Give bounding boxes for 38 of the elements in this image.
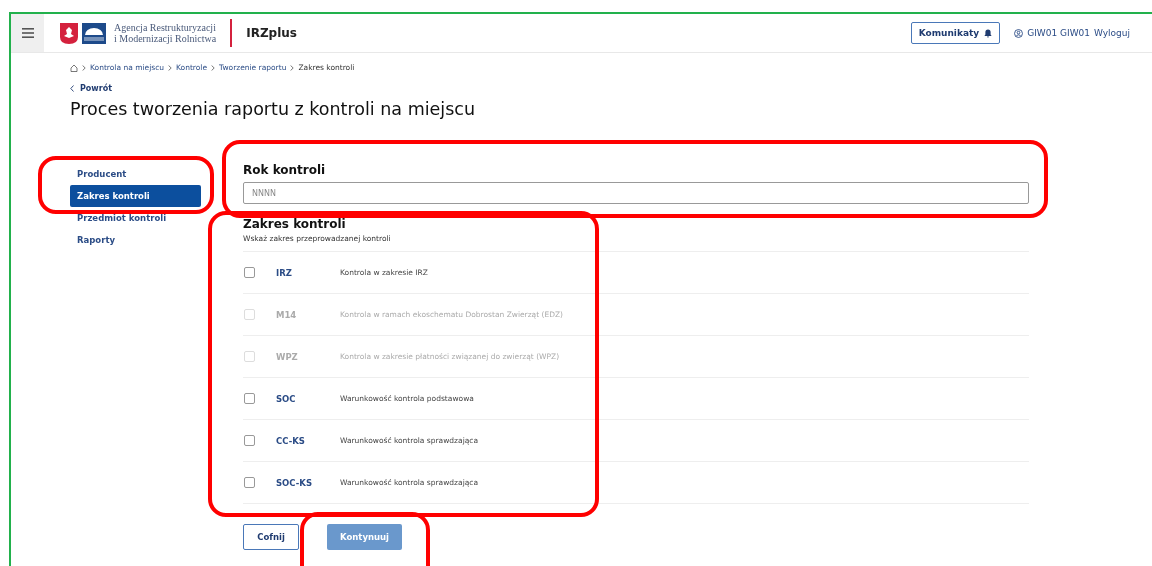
eagle-emblem-icon: [60, 22, 78, 44]
chevron-right-icon: [168, 64, 172, 71]
logout-link[interactable]: Wyloguj: [1094, 28, 1130, 38]
back-button[interactable]: Cofnij: [243, 524, 299, 550]
scope-code: IRZ: [276, 267, 293, 278]
messages-button[interactable]: Komunikaty: [910, 22, 1001, 44]
chevron-right-icon: [82, 64, 86, 71]
year-input-field[interactable]: NNNN: [243, 182, 1029, 204]
app-title: IRZplus: [246, 26, 297, 40]
checkbox[interactable]: [244, 435, 255, 446]
home-icon: [70, 63, 78, 72]
scope-code: M14: [276, 309, 298, 320]
scope-code: CC-KS: [276, 435, 306, 446]
agency-logo-icon: [82, 22, 106, 44]
back-link[interactable]: Powrót: [70, 84, 112, 93]
chevron-right-icon: [290, 64, 295, 71]
sidebar-item[interactable]: Zakres kontroli: [70, 185, 201, 207]
user-icon: [1014, 28, 1024, 38]
scope-code: SOC: [276, 393, 297, 404]
agency-name: Agencja Restrukturyzacji: [114, 22, 217, 33]
checkbox[interactable]: [244, 267, 255, 278]
menu-button[interactable]: [11, 14, 44, 52]
sidebar-item[interactable]: Przedmiot kontroli: [70, 207, 201, 229]
sidebar-item[interactable]: Producent: [70, 163, 201, 185]
checkbox[interactable]: [244, 477, 255, 488]
chevron-right-icon: [211, 64, 216, 71]
user-name: GIW01 GIW01: [1027, 28, 1090, 38]
scope-code: SOC-KS: [276, 477, 314, 488]
checkbox[interactable]: [244, 393, 255, 404]
menu-icon: [21, 28, 34, 38]
scope-code: WPZ: [276, 351, 299, 362]
chevron-left-icon: [70, 85, 74, 92]
sidebar-item[interactable]: Raporty: [70, 229, 201, 251]
field-label: Rok kontroli: [243, 163, 327, 177]
bell-icon: [984, 28, 993, 38]
agency-name: i Modernizacji Rolnictwa: [114, 33, 217, 44]
page-title: Proces tworzenia raportu z kontroli na miejscu: [70, 99, 476, 119]
section-heading: Zakres kontroli: [243, 217, 347, 231]
